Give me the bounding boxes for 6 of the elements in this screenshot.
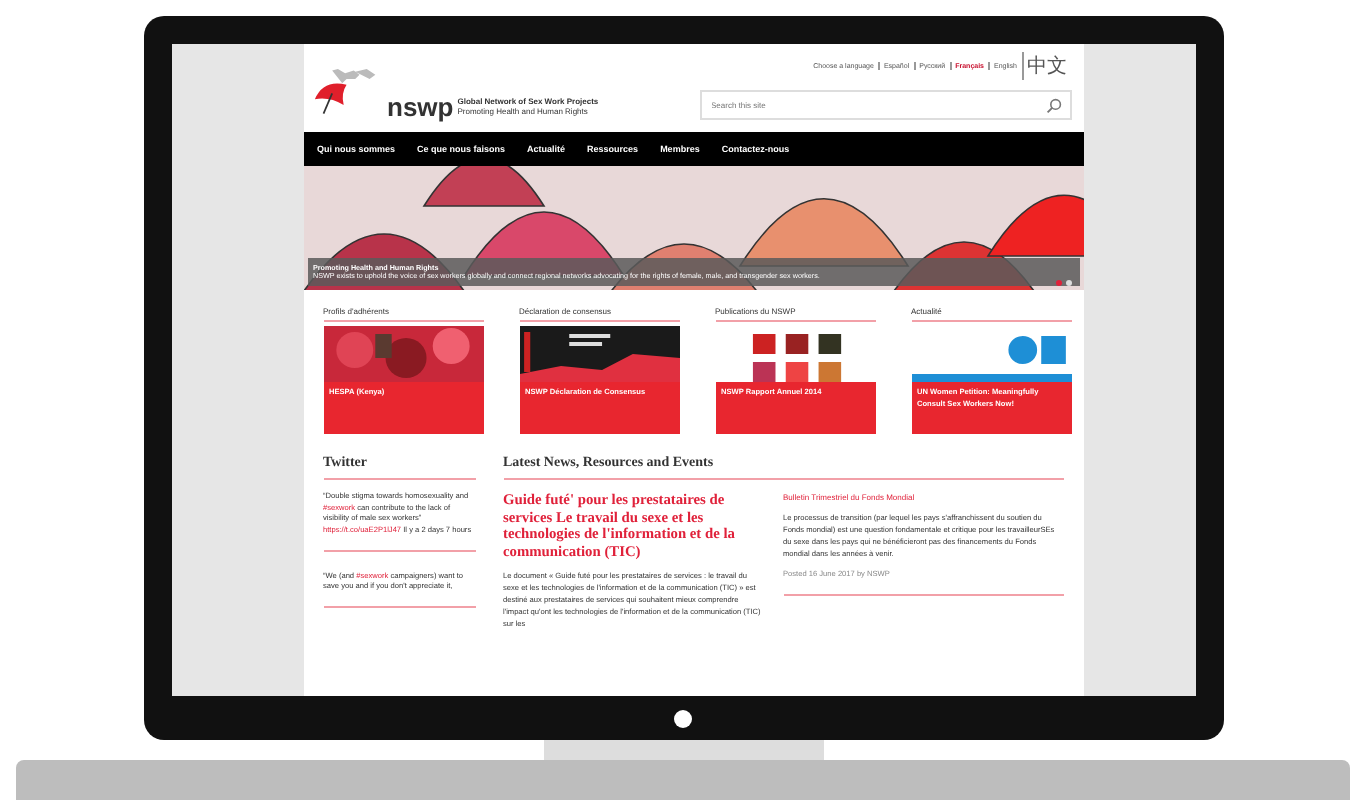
search-icon <box>1045 97 1061 113</box>
language-link[interactable]: 中文 <box>1021 52 1071 80</box>
slide-dot[interactable] <box>1065 279 1071 286</box>
logo-wordmark: nswp <box>387 94 454 120</box>
slide-dot[interactable] <box>1055 279 1061 286</box>
camera-icon <box>674 709 692 727</box>
